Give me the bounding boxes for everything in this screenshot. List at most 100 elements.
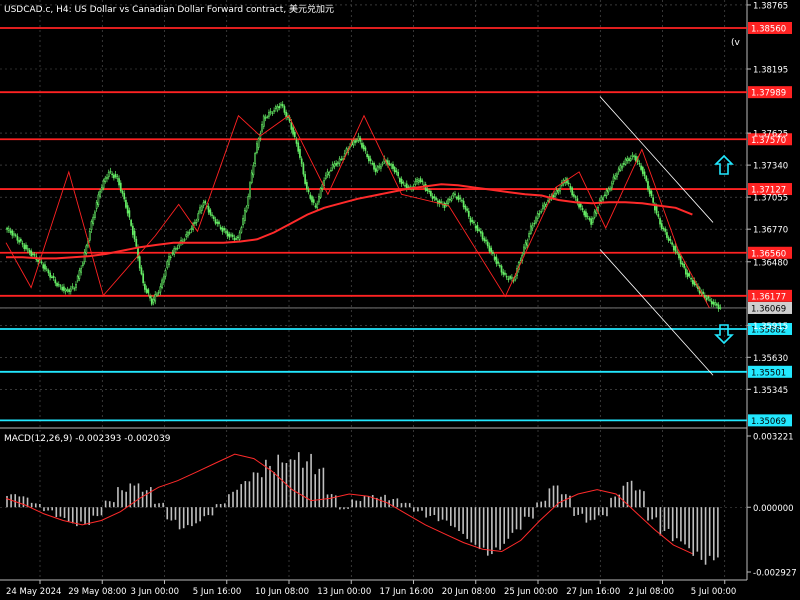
candle-body bbox=[285, 111, 288, 118]
candle-body bbox=[364, 147, 367, 151]
time-tick-label: 17 Jun 16:00 bbox=[380, 587, 434, 597]
candle-body bbox=[628, 158, 630, 161]
candle bbox=[542, 202, 544, 212]
candle bbox=[152, 296, 155, 306]
candle bbox=[75, 281, 77, 291]
candle-body bbox=[602, 197, 605, 201]
candle bbox=[221, 225, 224, 235]
candle-body bbox=[631, 154, 634, 157]
candle-body bbox=[63, 286, 65, 291]
candle-body bbox=[37, 259, 39, 262]
candle bbox=[92, 213, 95, 226]
candle-body bbox=[492, 251, 494, 254]
chart-window[interactable]: 1.38560 1.37989 1.37570 1.37127 1.36560 1.361… bbox=[0, 0, 800, 600]
candle bbox=[685, 266, 687, 278]
candle bbox=[7, 225, 10, 233]
candle bbox=[586, 212, 589, 220]
candle-body bbox=[366, 153, 369, 158]
candle bbox=[276, 104, 279, 113]
candle-body bbox=[142, 273, 145, 284]
candle-body bbox=[76, 275, 79, 282]
candle bbox=[9, 227, 12, 235]
candle bbox=[235, 235, 238, 241]
candle-body bbox=[554, 192, 556, 197]
candle bbox=[249, 181, 251, 200]
candle-body bbox=[281, 104, 284, 107]
candle bbox=[107, 169, 110, 180]
candle bbox=[657, 211, 660, 219]
candle bbox=[64, 287, 67, 295]
candle bbox=[330, 167, 332, 172]
candle bbox=[59, 283, 62, 290]
candle bbox=[104, 175, 107, 184]
time-tick-label: 29 May 08:00 bbox=[68, 587, 126, 597]
candle-body bbox=[616, 173, 618, 178]
candle-body bbox=[402, 181, 405, 184]
candle bbox=[469, 215, 472, 226]
candle-body bbox=[185, 234, 188, 237]
candle bbox=[309, 192, 312, 201]
candle-body bbox=[650, 190, 653, 197]
candle bbox=[169, 254, 172, 261]
candle bbox=[493, 253, 496, 262]
candle-body bbox=[579, 203, 582, 208]
candle bbox=[392, 161, 394, 172]
candle bbox=[676, 249, 679, 255]
candle-body bbox=[240, 227, 243, 233]
candle-body bbox=[228, 233, 231, 238]
candle bbox=[590, 215, 592, 228]
candle-body bbox=[652, 197, 655, 203]
candle bbox=[672, 243, 675, 253]
candle-body bbox=[497, 261, 499, 264]
candle bbox=[400, 176, 403, 187]
candle bbox=[454, 190, 456, 198]
candle-body bbox=[331, 164, 334, 169]
macd-tick-label: -0.002927 bbox=[753, 569, 797, 579]
candle-body bbox=[140, 267, 143, 275]
candle-body bbox=[712, 301, 715, 305]
candle bbox=[719, 304, 722, 310]
candle bbox=[473, 219, 475, 226]
candle-body bbox=[299, 149, 301, 158]
candle bbox=[492, 250, 494, 257]
candle-body bbox=[629, 158, 632, 161]
level-tag-label: 1.36177 bbox=[751, 292, 786, 302]
candle bbox=[218, 219, 220, 227]
candle bbox=[535, 215, 537, 225]
candle-body bbox=[123, 193, 126, 200]
candle-body bbox=[154, 294, 157, 302]
time-tick-label: 3 Jun 00:00 bbox=[131, 587, 180, 597]
candle-body bbox=[573, 194, 575, 197]
candle bbox=[97, 191, 100, 208]
candle-body bbox=[354, 140, 356, 143]
candle-body bbox=[710, 300, 713, 305]
candle bbox=[583, 209, 586, 218]
candle bbox=[131, 223, 134, 238]
candle-body bbox=[157, 292, 160, 294]
price-chart-svg[interactable]: 1.385601.379891.375701.371271.365601.361… bbox=[0, 0, 800, 600]
candle bbox=[25, 242, 27, 251]
candle-body bbox=[342, 158, 344, 160]
candle bbox=[421, 178, 424, 185]
candle bbox=[652, 194, 655, 206]
candle bbox=[604, 191, 606, 198]
candle-body bbox=[57, 283, 60, 286]
candle-body bbox=[705, 297, 708, 301]
candle bbox=[588, 216, 591, 222]
candle-body bbox=[559, 188, 561, 192]
candle bbox=[166, 259, 169, 270]
candle bbox=[617, 166, 620, 175]
candle-body bbox=[476, 225, 479, 232]
chart-title: USDCAD.c, H4: US Dollar vs Canadian Doll… bbox=[4, 3, 334, 15]
candle-body bbox=[231, 234, 234, 237]
candle-body bbox=[667, 237, 670, 241]
candle-body bbox=[59, 285, 62, 287]
candle-body bbox=[223, 228, 226, 231]
candle bbox=[607, 186, 610, 196]
candle-body bbox=[178, 243, 181, 247]
candle bbox=[247, 193, 250, 209]
candle-body bbox=[624, 158, 627, 165]
macd-layer bbox=[5, 452, 719, 565]
candle-body bbox=[247, 196, 250, 206]
candle bbox=[19, 237, 22, 244]
